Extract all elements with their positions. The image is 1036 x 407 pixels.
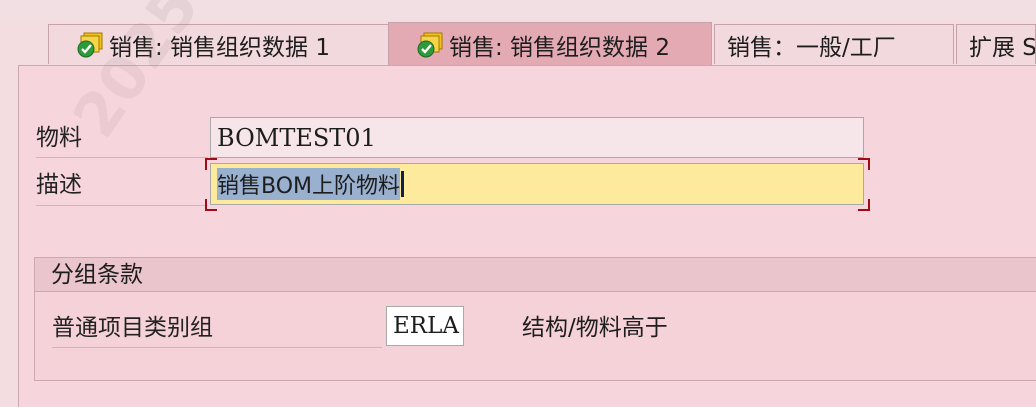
description-label: 描述 <box>36 164 208 206</box>
focus-corner <box>205 158 217 170</box>
item-category-group-value: ERLA <box>393 313 459 339</box>
tab-sales-general-plant[interactable]: 销售：一般/工厂 <box>714 24 954 64</box>
tab-label: 扩展 S <box>969 34 1036 61</box>
material-label: 物料 <box>36 118 208 158</box>
material-value: BOMTEST01 <box>217 123 376 152</box>
checkmark-document-icon <box>417 32 443 57</box>
material-field[interactable]: BOMTEST01 <box>210 117 864 158</box>
focus-corner <box>205 199 217 211</box>
item-category-group-label: 普通项目类别组 <box>52 308 382 348</box>
item-category-group-field[interactable]: ERLA <box>386 306 464 346</box>
item-category-group-description: 结构/物料高于 <box>522 315 668 341</box>
description-value: 销售BOM上阶物料 <box>217 168 401 200</box>
description-field[interactable]: 销售BOM上阶物料 <box>210 163 864 205</box>
focus-corner <box>858 199 870 211</box>
tab-sales-org-data-2[interactable]: 销售: 销售组织数据 2 <box>388 22 712 66</box>
tab-extension[interactable]: 扩展 S <box>956 24 1036 64</box>
tab-label: 销售：一般/工厂 <box>727 34 896 61</box>
tab-label: 销售: 销售组织数据 2 <box>449 34 671 61</box>
group-title: 分组条款 <box>35 258 1036 292</box>
text-caret <box>401 171 405 197</box>
focus-corner <box>858 158 870 170</box>
